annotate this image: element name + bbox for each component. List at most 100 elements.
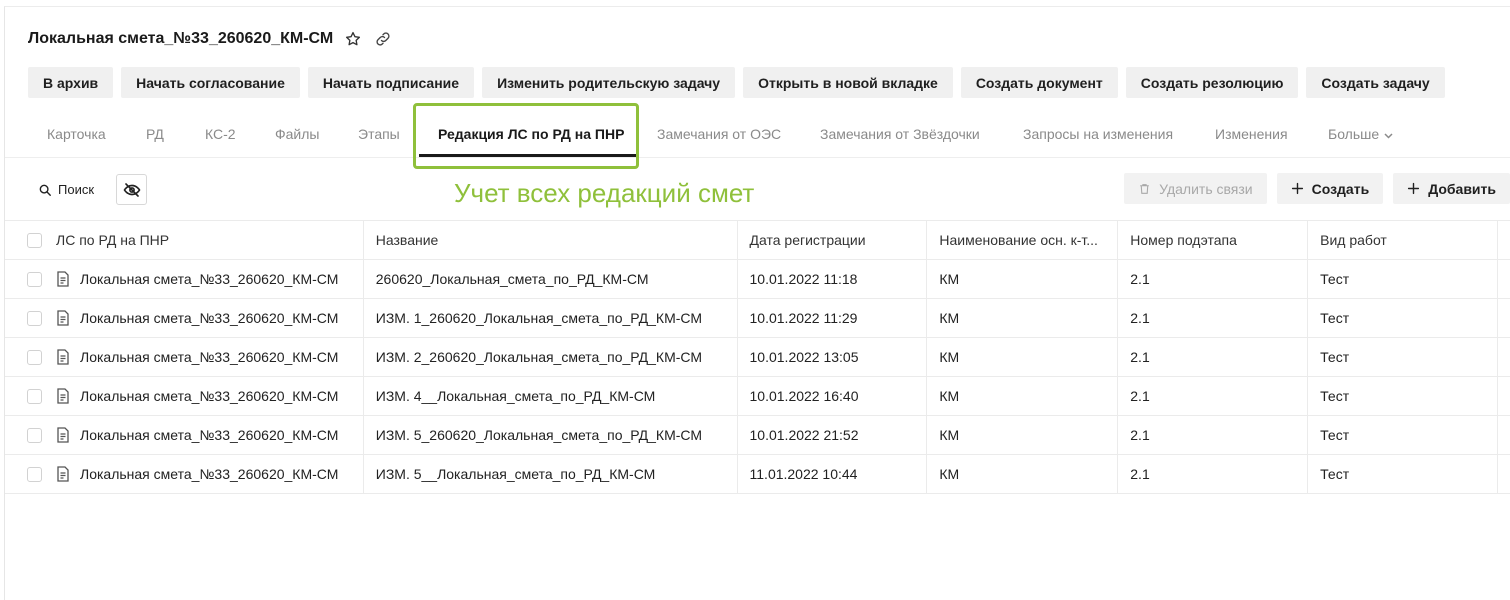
cell-ls-text[interactable]: Локальная смета_№33_260620_КМ-СМ xyxy=(80,427,338,443)
cell-name: ИЗМ. 5_260620_Локальная_смета_по_РД_КМ-С… xyxy=(364,416,738,454)
document-icon xyxy=(56,388,72,404)
cell-ls: Локальная смета_№33_260620_КМ-СМ xyxy=(5,299,364,337)
cell-substage: 2.1 xyxy=(1118,338,1309,376)
cell-substage: 2.1 xyxy=(1118,377,1309,415)
add-button[interactable]: Добавить xyxy=(1393,173,1510,204)
tab-ks2[interactable]: КС-2 xyxy=(205,112,236,156)
cell-empty xyxy=(1498,299,1510,337)
cell-empty xyxy=(1498,338,1510,376)
cell-ls-text[interactable]: Локальная смета_№33_260620_КМ-СМ xyxy=(80,349,338,365)
table-row[interactable]: Локальная смета_№33_260620_КМ-СМ ИЗМ. 2_… xyxy=(5,338,1510,377)
create-task-button[interactable]: Создать задачу xyxy=(1306,67,1445,98)
cell-ls-text[interactable]: Локальная смета_№33_260620_КМ-СМ xyxy=(80,388,338,404)
column-label: ЛС по РД на ПНР xyxy=(56,232,170,248)
table-row[interactable]: Локальная смета_№33_260620_КМ-СМ 260620_… xyxy=(5,260,1510,299)
tab-stages-label: Этапы xyxy=(358,126,400,142)
document-icon xyxy=(56,349,72,365)
create-document-button[interactable]: Создать документ xyxy=(960,67,1118,98)
archive-button[interactable]: В архив xyxy=(28,67,114,98)
cell-ls-text[interactable]: Локальная смета_№33_260620_КМ-СМ xyxy=(80,271,338,287)
cell-ls: Локальная смета_№33_260620_КМ-СМ xyxy=(5,260,364,298)
start-approval-button[interactable]: Начать согласование xyxy=(121,67,300,98)
tab-oes-remarks[interactable]: Замечания от ОЭС xyxy=(657,112,781,156)
cell-ls-text[interactable]: Локальная смета_№33_260620_КМ-СМ xyxy=(80,310,338,326)
table-row[interactable]: Локальная смета_№33_260620_КМ-СМ ИЗМ. 4_… xyxy=(5,377,1510,416)
cell-substage: 2.1 xyxy=(1118,260,1309,298)
hide-columns-button[interactable] xyxy=(116,174,148,205)
header-cell-reg-date[interactable]: Дата регистрации xyxy=(738,221,928,259)
header-cell-ls[interactable]: ЛС по РД на ПНР xyxy=(5,221,364,259)
row-checkbox[interactable] xyxy=(27,466,42,482)
row-checkbox[interactable] xyxy=(27,310,42,326)
create-resolution-button[interactable]: Создать резолюцию xyxy=(1125,67,1299,98)
tab-rd[interactable]: РД xyxy=(146,112,164,156)
cell-ls-text[interactable]: Локальная смета_№33_260620_КМ-СМ xyxy=(80,466,338,482)
tab-files[interactable]: Файлы xyxy=(275,112,319,156)
tab-more[interactable]: Больше xyxy=(1328,112,1393,156)
cell-main-name: КМ xyxy=(927,416,1119,454)
cell-name: ИЗМ. 2_260620_Локальная_смета_по_РД_КМ-С… xyxy=(364,338,738,376)
cell-work-type: Тест xyxy=(1308,416,1499,454)
tab-change-requests[interactable]: Запросы на изменения xyxy=(1023,112,1173,156)
change-parent-task-button[interactable]: Изменить родительскую задачу xyxy=(482,67,736,98)
search-button[interactable]: Поиск xyxy=(28,175,104,205)
plus-icon xyxy=(1291,182,1303,195)
tab-card[interactable]: Карточка xyxy=(47,112,106,156)
row-checkbox[interactable] xyxy=(27,349,42,365)
cell-substage: 2.1 xyxy=(1118,416,1309,454)
tab-zvezdochka-remarks[interactable]: Замечания от Звёздочки xyxy=(820,112,980,156)
tab-changes[interactable]: Изменения xyxy=(1215,112,1288,156)
delete-links-label: Удалить связи xyxy=(1159,180,1253,197)
cell-work-type: Тест xyxy=(1308,377,1499,415)
cell-work-type: Тест xyxy=(1308,455,1499,493)
table-header-row: ЛС по РД на ПНР Название Дата регистраци… xyxy=(5,221,1510,260)
cell-substage: 2.1 xyxy=(1118,455,1309,493)
header-cell-work-type[interactable]: Вид работ xyxy=(1308,221,1499,259)
delete-links-button[interactable]: Удалить связи xyxy=(1124,173,1267,204)
tab-bar: Карточка РД КС-2 Файлы Этапы Редакция ЛС… xyxy=(5,112,1510,158)
star-icon[interactable] xyxy=(343,29,363,49)
tab-rd-label: РД xyxy=(146,126,164,142)
plus-icon xyxy=(1408,182,1420,195)
cell-ls: Локальная смета_№33_260620_КМ-СМ xyxy=(5,377,364,415)
cell-main-name: КМ xyxy=(927,299,1119,337)
start-signing-button[interactable]: Начать подписание xyxy=(307,67,475,98)
tab-files-label: Файлы xyxy=(275,126,320,142)
table-row[interactable]: Локальная смета_№33_260620_КМ-СМ ИЗМ. 5_… xyxy=(5,455,1510,494)
chevron-down-icon xyxy=(1384,126,1393,142)
cell-work-type: Тест xyxy=(1308,299,1499,337)
row-checkbox[interactable] xyxy=(27,427,42,443)
cell-work-type: Тест xyxy=(1308,260,1499,298)
table-toolbar-right: Удалить связи Создать Добавить xyxy=(1124,173,1510,204)
tab-stages[interactable]: Этапы xyxy=(358,112,400,156)
open-new-tab-button[interactable]: Открыть в новой вкладке xyxy=(743,67,953,98)
create-button[interactable]: Создать xyxy=(1276,173,1384,204)
document-icon xyxy=(56,310,72,326)
header-cell-substage[interactable]: Номер подэтапа xyxy=(1118,221,1309,259)
revisions-table: ЛС по РД на ПНР Название Дата регистраци… xyxy=(5,220,1510,494)
table-row[interactable]: Локальная смета_№33_260620_КМ-СМ ИЗМ. 1_… xyxy=(5,299,1510,338)
header-cell-main-name[interactable]: Наименование осн. к-т... xyxy=(927,221,1119,259)
column-label: Номер подэтапа xyxy=(1130,232,1237,248)
search-label: Поиск xyxy=(58,182,95,197)
document-icon xyxy=(56,271,72,287)
tab-more-label: Больше xyxy=(1328,126,1380,142)
tab-changes-label: Изменения xyxy=(1215,126,1288,142)
eye-off-icon xyxy=(123,182,140,197)
annotation-highlight-box xyxy=(413,103,639,169)
cell-reg-date: 10.01.2022 11:18 xyxy=(738,260,928,298)
cell-reg-date: 11.01.2022 10:44 xyxy=(738,455,928,493)
trash-icon xyxy=(1140,183,1149,194)
row-checkbox[interactable] xyxy=(27,388,42,404)
tab-ks2-label: КС-2 xyxy=(205,126,236,142)
column-label: Дата регистрации xyxy=(749,232,866,248)
cell-reg-date: 10.01.2022 21:52 xyxy=(738,416,928,454)
row-checkbox[interactable] xyxy=(27,271,42,287)
cell-main-name: КМ xyxy=(927,377,1119,415)
select-all-checkbox[interactable] xyxy=(27,232,42,248)
cell-ls: Локальная смета_№33_260620_КМ-СМ xyxy=(5,455,364,493)
table-row[interactable]: Локальная смета_№33_260620_КМ-СМ ИЗМ. 5_… xyxy=(5,416,1510,455)
link-icon[interactable] xyxy=(373,29,393,49)
header-cell-name[interactable]: Название xyxy=(364,221,738,259)
tab-change-requests-label: Запросы на изменения xyxy=(1023,126,1174,142)
